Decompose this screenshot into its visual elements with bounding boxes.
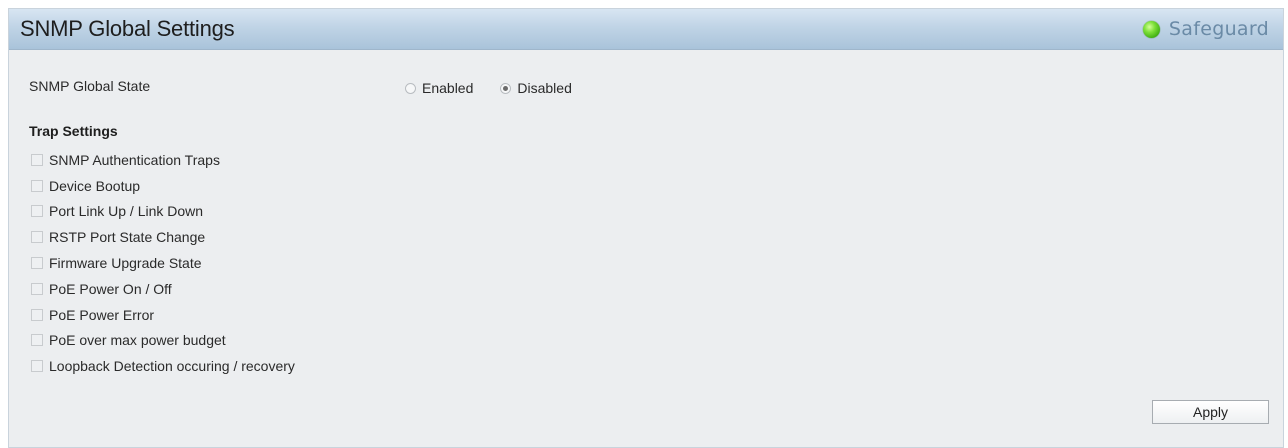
checkbox-icon[interactable] [31,360,43,373]
radio-disabled[interactable]: Disabled [500,80,572,96]
snmp-global-settings-panel: SNMP Global Settings Safeguard SNMP Glob… [8,8,1284,448]
checkbox-icon[interactable] [31,231,43,244]
radio-enabled[interactable]: Enabled [405,80,473,96]
checkbox-icon[interactable] [31,334,43,347]
radio-disabled-label: Disabled [517,80,572,96]
checkbox-icon[interactable] [31,257,43,270]
checkbox-icon[interactable] [31,179,43,192]
checkbox-icon[interactable] [31,308,43,321]
trap-settings-heading: Trap Settings [29,123,118,139]
title-bar: SNMP Global Settings Safeguard [9,9,1283,50]
trap-item-device-bootup[interactable]: Device Bootup [31,173,295,199]
trap-item-label: Loopback Detection occuring / recovery [49,358,295,375]
radio-enabled-icon[interactable] [405,82,416,94]
safeguard-label: Safeguard [1168,18,1269,40]
trap-item-port-link-up-down[interactable]: Port Link Up / Link Down [31,199,295,225]
safeguard-indicator: Safeguard [1142,18,1269,40]
trap-item-label: PoE Power Error [49,306,155,323]
trap-item-label: SNMP Authentication Traps [49,151,220,168]
checkbox-icon[interactable] [31,282,43,295]
trap-item-poe-power-on-off[interactable]: PoE Power On / Off [31,276,295,302]
trap-item-poe-over-max-power-budget[interactable]: PoE over max power budget [31,328,295,354]
snmp-global-state-radio-group: Enabled Disabled [405,80,599,96]
safeguard-status-icon [1142,20,1160,38]
radio-enabled-label: Enabled [422,80,474,96]
trap-item-label: RSTP Port State Change [49,229,206,246]
trap-item-label: PoE Power On / Off [49,280,172,297]
trap-item-label: Device Bootup [49,177,141,194]
trap-item-loopback-detection[interactable]: Loopback Detection occuring / recovery [31,353,295,379]
trap-item-label: Port Link Up / Link Down [49,203,204,220]
trap-item-label: Firmware Upgrade State [49,255,202,272]
page-title: SNMP Global Settings [20,16,235,41]
checkbox-icon[interactable] [31,153,43,166]
checkbox-icon[interactable] [31,205,43,218]
snmp-global-state-label: SNMP Global State [29,78,151,94]
trap-item-firmware-upgrade-state[interactable]: Firmware Upgrade State [31,250,295,276]
apply-button[interactable]: Apply [1152,400,1269,424]
trap-item-rstp-port-state-change[interactable]: RSTP Port State Change [31,224,295,250]
trap-item-label: PoE over max power budget [49,332,226,349]
trap-settings-list: SNMP Authentication Traps Device Bootup … [31,147,295,379]
trap-item-snmp-authentication-traps[interactable]: SNMP Authentication Traps [31,147,295,173]
trap-item-poe-power-error[interactable]: PoE Power Error [31,302,295,328]
radio-disabled-icon[interactable] [500,82,512,94]
